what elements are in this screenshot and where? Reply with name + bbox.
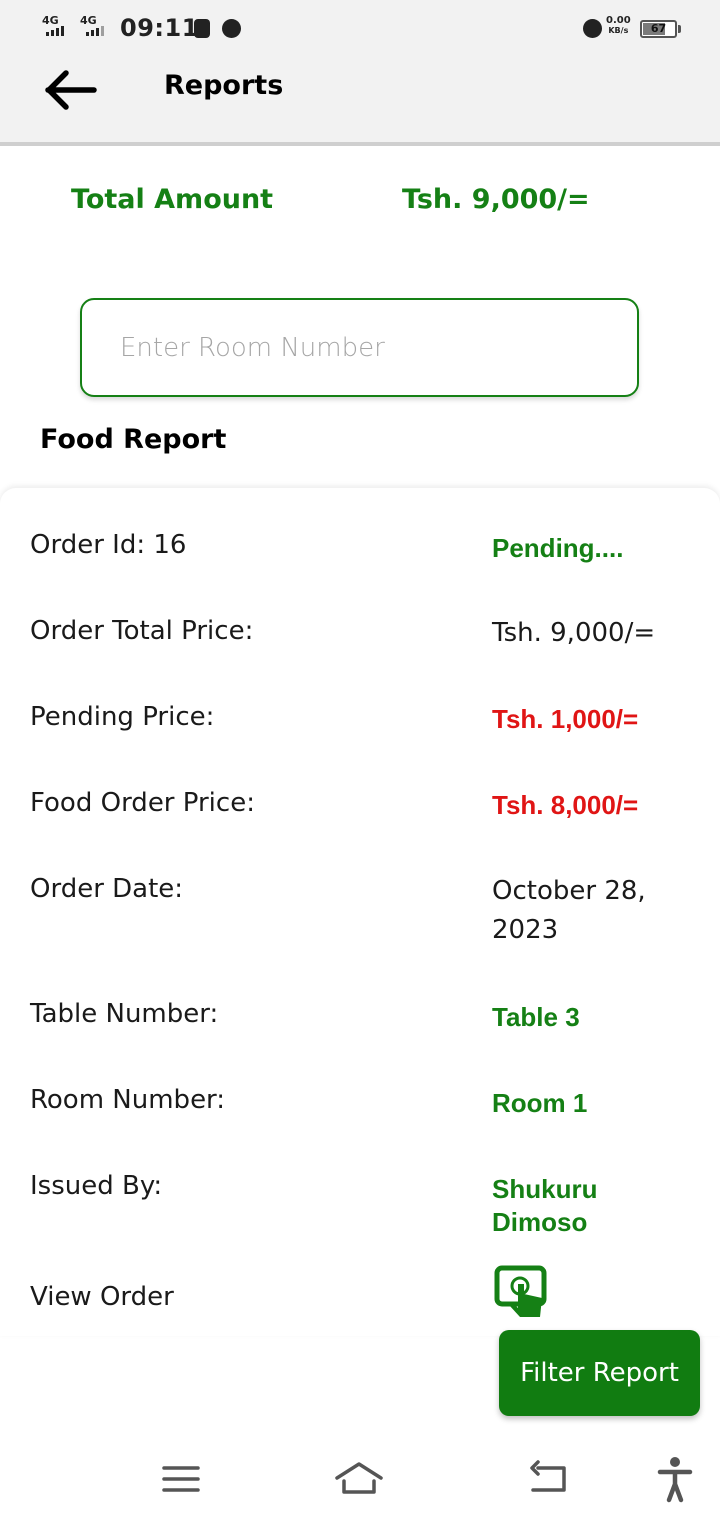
food-report-card: Order Id: 16 Pending.... Order Total Pri…	[0, 488, 720, 1336]
view-order-label: View Order	[30, 1282, 174, 1312]
total-amount-value: Tsh. 9,000/=	[402, 184, 590, 215]
order-date-label: Order Date:	[30, 874, 184, 904]
order-date-value: October 28, 2023	[492, 876, 646, 945]
table-number-value: Table 3	[492, 1002, 580, 1032]
home-button[interactable]	[334, 1454, 384, 1504]
back-nav-button[interactable]	[523, 1454, 573, 1504]
alarm-icon	[222, 19, 241, 38]
issued-by-label: Issued By:	[30, 1171, 163, 1201]
status-bar: 4G 4G 09:11 0.00 KB/s 67	[0, 0, 720, 56]
back-icon	[530, 1460, 566, 1492]
battery-icon: 67	[640, 20, 677, 38]
food-order-price-value: Tsh. 8,000/=	[492, 790, 639, 820]
accessibility-button[interactable]	[650, 1454, 700, 1504]
pending-price-value: Tsh. 1,000/=	[492, 704, 639, 734]
battery-level: 67	[650, 22, 667, 35]
arrow-left-icon	[45, 70, 97, 110]
alarm-icon	[583, 19, 602, 38]
clock-time: 09:11	[120, 14, 199, 42]
network-speed: 0.00 KB/s	[606, 15, 631, 36]
room-number-value: Room 1	[492, 1088, 588, 1118]
system-nav-bar	[0, 1436, 720, 1520]
menu-icon	[162, 1466, 200, 1492]
view-order-button[interactable]	[494, 1264, 550, 1320]
food-report-heading: Food Report	[40, 424, 227, 455]
accessibility-icon	[657, 1457, 693, 1503]
order-status: Pending....	[492, 533, 624, 563]
food-order-price-label: Food Order Price:	[30, 788, 255, 818]
pending-price-label: Pending Price:	[30, 702, 215, 732]
app-bar: Reports	[0, 56, 720, 146]
back-button[interactable]	[44, 70, 98, 110]
signal-icon	[46, 26, 64, 36]
touch-screen-icon	[494, 1265, 547, 1317]
total-amount-label: Total Amount	[71, 184, 274, 215]
home-icon	[335, 1462, 383, 1494]
mic-icon	[194, 19, 210, 38]
menu-button[interactable]	[156, 1454, 206, 1504]
issued-by-value: Shukuru Dimoso	[492, 1174, 598, 1237]
order-id-label: Order Id: 16	[30, 530, 187, 560]
signal-icon	[86, 26, 104, 36]
page-title: Reports	[164, 70, 284, 101]
order-total-price-value: Tsh. 9,000/=	[492, 618, 656, 648]
room-number-label: Room Number:	[30, 1085, 226, 1115]
room-number-input[interactable]	[80, 298, 639, 397]
filter-report-button[interactable]: Filter Report	[499, 1330, 700, 1416]
table-number-label: Table Number:	[30, 999, 219, 1029]
order-total-price-label: Order Total Price:	[30, 616, 254, 646]
